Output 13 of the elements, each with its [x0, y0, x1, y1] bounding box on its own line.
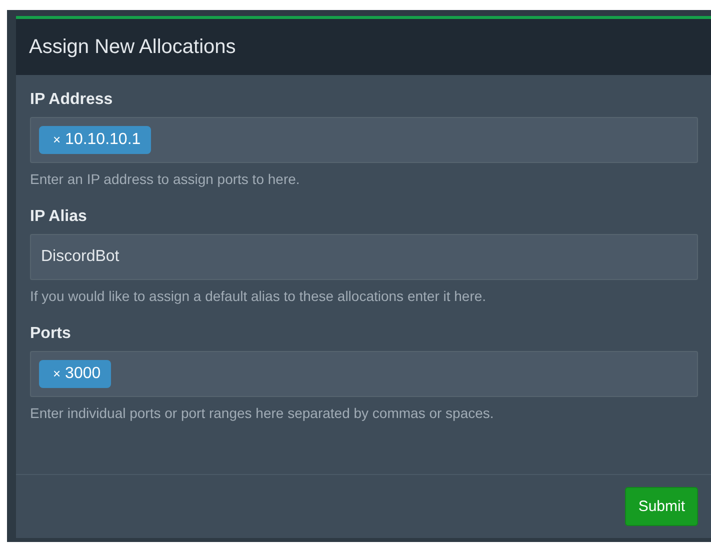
tag-input-field[interactable]: × 3000	[30, 351, 698, 397]
panel-title: Assign New Allocations	[29, 36, 236, 58]
text-input-field[interactable]: DiscordBot	[30, 234, 698, 280]
field-label: IP Address	[30, 91, 114, 109]
tag-chip[interactable]: × 3000	[39, 360, 111, 388]
tag-input-field[interactable]: × 10.10.10.1	[30, 117, 698, 163]
field-label: IP Alias	[30, 208, 88, 226]
field-label: Ports	[30, 325, 72, 343]
submit-button[interactable]: Submit	[625, 487, 698, 526]
tag-chip[interactable]: × 10.10.10.1	[39, 126, 151, 154]
help-text: Enter an IP address to assign ports to here.	[30, 171, 301, 187]
help-text: Enter individual ports or port ranges here separated by commas or spaces.	[30, 405, 495, 421]
help-text: If you would like to assign a default alias to these allocations enter it here.	[30, 288, 488, 304]
